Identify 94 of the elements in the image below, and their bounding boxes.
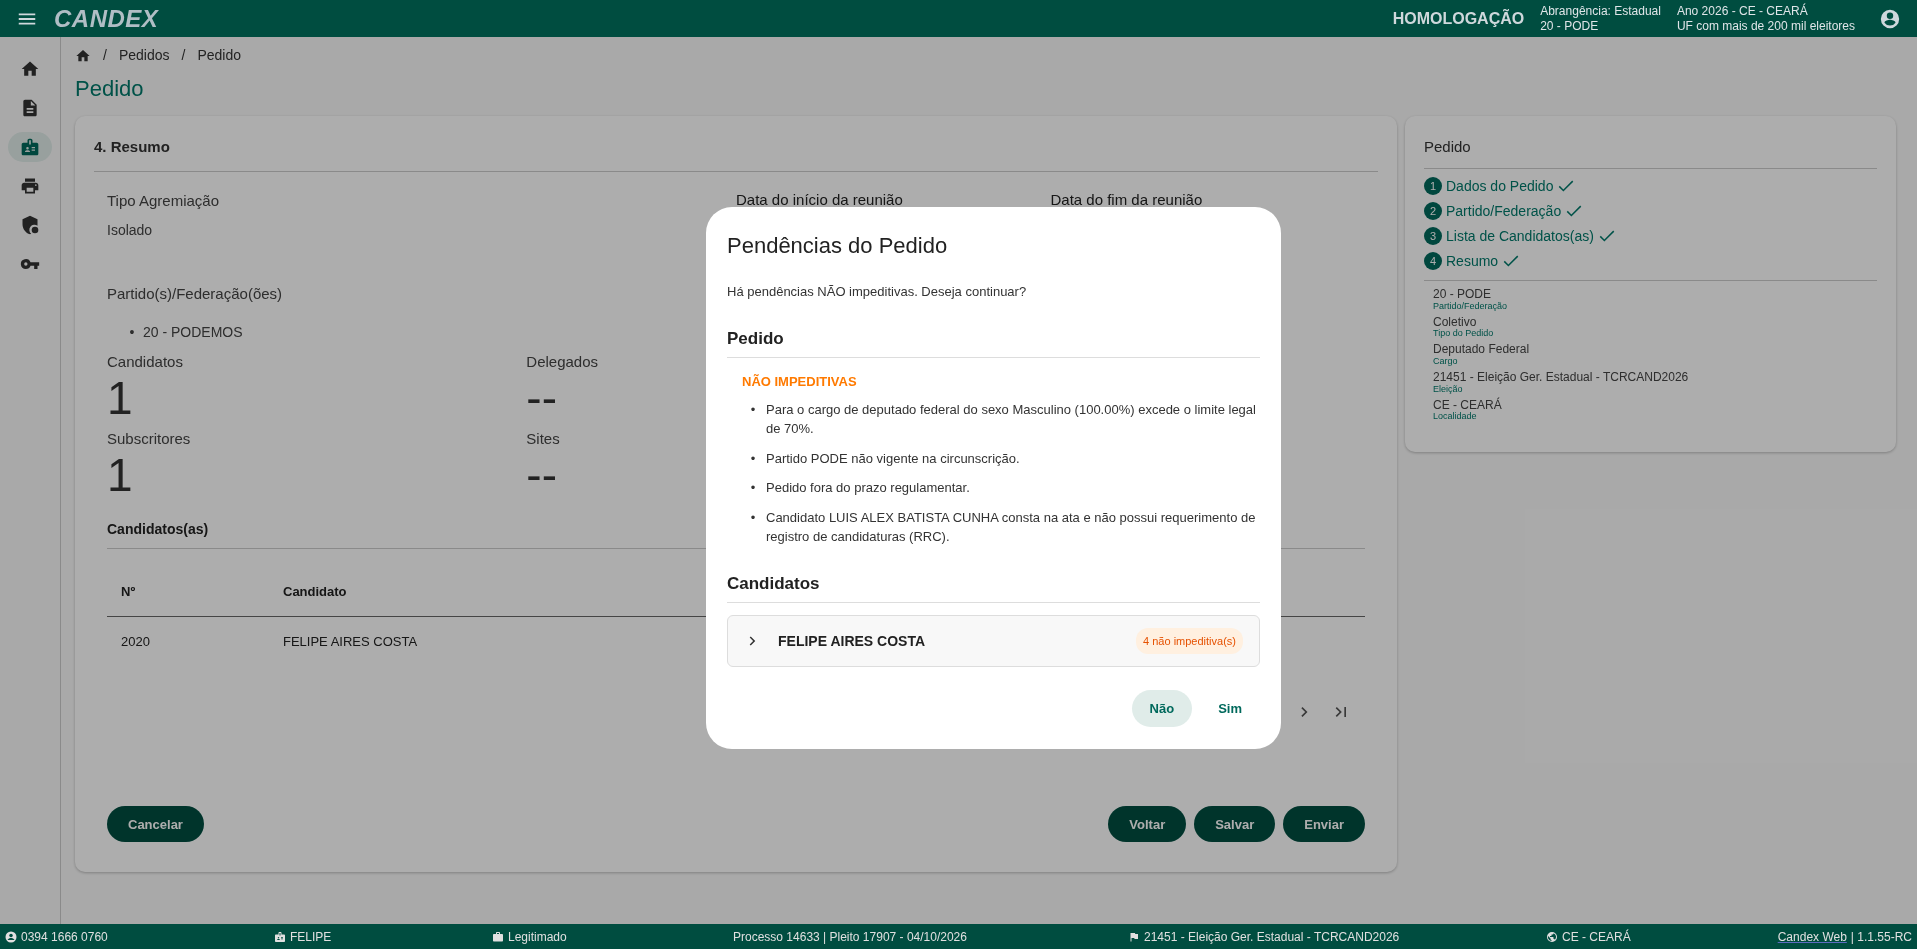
bullet: • [749,449,757,468]
field-label: Tipo Agremiação [107,190,219,211]
pending-item: Pedido fora do prazo regulamentar. [766,479,970,497]
section-heading: Pedido [727,325,1260,358]
election-text: Ano 2026 - CE - CEARÁ [1676,4,1809,19]
yes-button[interactable]: Sim [1200,690,1260,727]
shield-icon [20,215,40,235]
step-number: 4 [1424,252,1442,271]
sidebar-item[interactable] [8,132,52,162]
column-header: Nº [121,584,136,600]
table-cell: 2020 [121,634,150,650]
section-title: 4. Resumo [94,116,1378,172]
scope-text: 20 - PODE [1540,18,1600,33]
step-number: 2 [1424,202,1442,221]
cancel-button[interactable]: Cancelar [107,806,204,843]
field-label: Partido(s)/Federação(ões) [107,285,283,303]
info-label: Cargo [1433,357,1459,367]
field-label: Data do início da reunião [736,189,903,210]
briefcase-icon [492,930,504,943]
step-label[interactable]: Resumo [1446,250,1499,272]
stat-label: Candidatos [107,352,183,370]
step-label[interactable]: Partido/Federação [1446,200,1562,222]
status-text: FELIPE [290,928,332,946]
home-icon[interactable] [75,47,91,64]
id-badge-icon [20,137,40,157]
globe-icon [1546,930,1558,943]
action-button[interactable]: Enviar [1283,806,1365,843]
dialog-title: Pendências do Pedido [727,232,949,260]
field-value: Isolado [107,222,153,239]
column-header: Candidato [283,584,347,600]
document-icon [20,98,40,118]
stat-label: Delegados [526,352,599,370]
bullet: • [749,479,757,497]
field-label: Data do fim da reunião [1050,189,1203,210]
id-badge-icon [274,930,286,943]
pending-count-badge: 4 não impeditiva(s) [1136,627,1243,655]
no-button[interactable]: Não [1131,690,1193,727]
info-value: Coletivo [1433,315,1478,329]
dialog-message: Há pendências NÃO impeditivas. Deseja continuar? [727,283,1028,301]
bullet: • [749,508,757,527]
candidate-accordion[interactable]: FELIPE AIRES COSTA 4 não impeditiva(s) [727,615,1260,667]
section-heading: Candidatos [727,570,1260,603]
step-number: 3 [1424,227,1442,246]
step-number: 1 [1424,177,1442,196]
action-button[interactable]: Salvar [1194,806,1276,843]
status-text: | 1.1.55-RC [1850,928,1912,946]
stat-value: 1 [107,449,133,502]
stat-value: -- [526,449,557,502]
account-icon[interactable] [1879,7,1901,30]
breadcrumb-link[interactable]: Pedidos [118,45,170,66]
step-label[interactable]: Dados do Pedido [1446,175,1554,197]
breadcrumb-current: Pedido [197,46,241,65]
info-value: 20 - PODE [1433,287,1493,302]
group-heading: NÃO IMPEDITIVAS [742,373,858,391]
card-title: Pedido [1424,136,1877,169]
status-text: Processo 14633 | Pleito 17907 - 04/10/2026 [733,928,967,946]
info-value: 21451 - Eleição Ger. Estadual - TCRCAND2026 [1433,370,1690,385]
version-link[interactable]: Candex Web [1777,927,1847,946]
home-icon [20,59,40,79]
breadcrumb-separator: / [181,46,186,65]
status-text: 21451 - Eleição Ger. Estadual - TCRCAND2026 [1144,928,1400,946]
table-cell: FELIPE AIRES COSTA [283,634,418,650]
info-value: Deputado Federal [1433,343,1531,358]
scope-text: Abrangência: Estadual [1540,4,1661,19]
section-subtitle: Candidatos(as) [107,521,209,538]
page-title: Pedido [75,76,145,103]
status-text: CE - CEARÁ [1562,928,1631,946]
stat-value: 1 [107,372,133,425]
info-label: Partido/Federação [1433,301,1509,312]
app-logo: CANDEX [54,6,159,31]
candidate-name: FELIPE AIRES COSTA [778,631,926,651]
bullet: • [749,400,757,419]
pending-item: Candidato LUIS ALEX BATISTA CUNHA consta na ata e não possui requerimento de registro de candidaturas (RRC). [766,508,1257,546]
pending-item: Partido PODE não vigente na circunscrição. [766,449,1020,468]
stat-label: Sites [526,430,560,447]
info-value: CE - CEARÁ [1433,398,1503,412]
action-button[interactable]: Voltar [1108,806,1187,843]
environment-label: HOMOLOGAÇÃO [1392,8,1525,29]
info-label: Tipo do Pedido [1433,329,1495,340]
pending-item: Para o cargo de deputado federal do sexo Masculino (100.00%) excede o limite legal de 70%. [766,400,1257,438]
flag-icon [1128,930,1140,943]
party-item: 20 - PODEMOS [143,322,243,342]
status-text: 0394 1666 0760 [21,928,108,946]
info-label: Localidade [1433,412,1478,423]
user-icon [5,930,17,943]
breadcrumb-separator: / [103,46,107,65]
stat-value: -- [526,372,557,425]
info-label: Eleição [1433,384,1464,395]
printer-icon [20,176,40,196]
bullet: • [128,322,136,342]
step-label[interactable]: Lista de Candidatos(as) [1446,225,1594,247]
stat-label: Subscritores [107,430,191,447]
status-text: Legitimado [508,928,567,946]
election-text: UF com mais de 200 mil eleitores [1676,18,1855,33]
